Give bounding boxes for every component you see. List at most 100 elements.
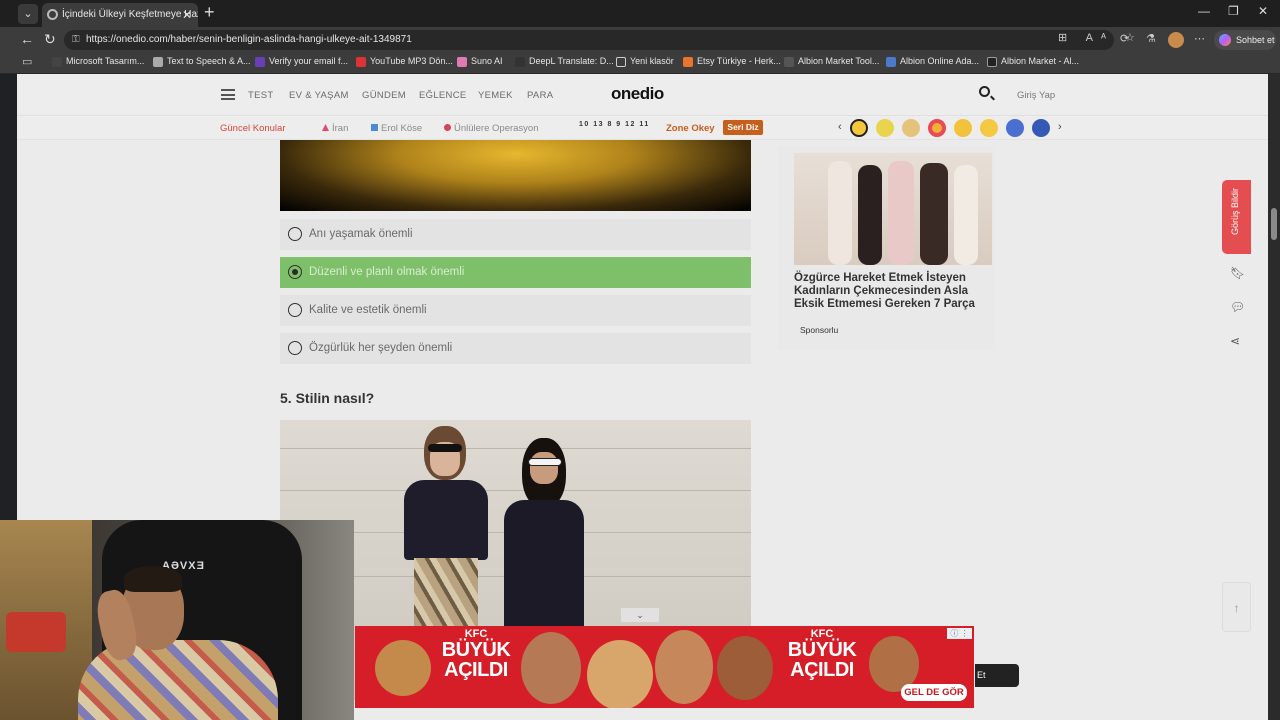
zone-okey-label[interactable]: Zone Okey	[666, 123, 715, 134]
bookmark-item[interactable]: Etsy Türkiye - Herk...	[683, 56, 781, 67]
seri-diz-button[interactable]: Seri Diz	[723, 120, 763, 135]
sponsored-card[interactable]: Özgürce Hareket Etmek İsteyen Kadınların…	[778, 146, 993, 350]
extension-icon[interactable]: ⟳	[1120, 32, 1129, 45]
browser-window: ⌄ İçindeki Ülkeyi Keşfetmeye Hazır mı ✕ …	[0, 0, 1280, 720]
more-menu-icon[interactable]: ⋯	[1194, 32, 1205, 45]
partial-action-button[interactable]: Et	[975, 664, 1019, 687]
reaction-emoji[interactable]	[1032, 119, 1050, 137]
bookmark-item[interactable]: Microsoft Tasarım...	[52, 56, 144, 67]
site-favicon-icon	[47, 9, 58, 20]
copilot-label: Sohbet et	[1236, 35, 1275, 45]
feedback-button[interactable]: Görüş Bildir	[1222, 180, 1251, 254]
site-info-icon[interactable]: ⚿	[72, 30, 80, 50]
trend-item-erol-kose[interactable]: Erol Köse	[371, 123, 422, 134]
close-tab-icon[interactable]: ✕	[182, 3, 192, 27]
radio-icon	[288, 341, 302, 355]
page-scrollbar[interactable]	[1268, 74, 1280, 720]
quiz-option-4[interactable]: Özgürlük her şeyden önemli	[280, 333, 751, 364]
ad-person-image	[655, 630, 713, 704]
refresh-icon[interactable]: ↻	[44, 31, 56, 48]
ad-collapse-icon[interactable]: ⌄	[621, 608, 659, 622]
active-tab[interactable]: İçindeki Ülkeyi Keşfetmeye Hazır mı ✕	[42, 3, 198, 27]
onedio-logo[interactable]: onedio	[611, 84, 664, 104]
bookmark-item[interactable]: Verify your email f...	[255, 56, 348, 67]
close-window-icon[interactable]: ✕	[1258, 4, 1268, 18]
url-text: https://onedio.com/haber/senin-benligin-…	[86, 34, 412, 45]
share-icon[interactable]: ⋖	[1230, 334, 1240, 348]
back-icon[interactable]: ←	[20, 31, 34, 47]
scroll-to-top-button[interactable]: ↑	[1222, 582, 1251, 632]
ad-person-image	[717, 636, 773, 700]
address-actions-icons[interactable]: ⊞ Aᴬ ☆	[1058, 31, 1143, 44]
reaction-emoji[interactable]	[850, 119, 868, 137]
bookmark-item[interactable]: DeepL Translate: D...	[515, 56, 614, 67]
bookmark-folder[interactable]: Yeni klasör	[616, 56, 674, 67]
nav-test[interactable]: TEST	[248, 90, 273, 101]
scrollbar-thumb[interactable]	[1271, 208, 1277, 240]
menu-icon[interactable]	[221, 89, 235, 100]
reading-list-icon[interactable]: ▭	[22, 55, 32, 68]
bookmark-item[interactable]: Albion Market Tool...	[784, 56, 879, 67]
quiz-option-2-selected[interactable]: Düzenli ve planlı olmak önemli	[280, 257, 751, 288]
reaction-emoji[interactable]	[980, 119, 998, 137]
search-icon[interactable]	[979, 86, 990, 97]
new-tab-button[interactable]: +	[204, 2, 215, 23]
reaction-emoji[interactable]	[902, 119, 920, 137]
bookmark-item[interactable]: YouTube MP3 Dön...	[356, 56, 453, 67]
sponsored-label: Sponsorlu	[800, 325, 839, 335]
bookmarks-bar: ▭ Microsoft Tasarım... Text to Speech & …	[0, 53, 1280, 74]
quiz-option-3[interactable]: Kalite ve estetik önemli	[280, 295, 751, 326]
carousel-prev-icon[interactable]: ‹	[838, 121, 842, 133]
nav-gundem[interactable]: GÜNDEM	[362, 90, 406, 101]
ad-cta-button[interactable]: GEL DE GÖR	[901, 684, 967, 701]
reaction-emoji[interactable]	[1006, 119, 1024, 137]
ad-person-image	[521, 632, 581, 704]
nav-yemek[interactable]: YEMEK	[478, 90, 513, 101]
ad-person-image	[587, 640, 653, 708]
restore-icon[interactable]: ❐	[1228, 4, 1239, 18]
address-bar[interactable]: ⚿ https://onedio.com/haber/senin-benligi…	[64, 30, 1114, 50]
trending-title: Güncel Konular	[220, 123, 286, 134]
ad-burger-image	[375, 640, 431, 696]
sponsored-image[interactable]	[794, 153, 992, 265]
ad-headline: KFC BÜYÜK AÇILDI	[787, 628, 857, 681]
quiz-option-1[interactable]: Anı yaşamak önemli	[280, 219, 751, 250]
carousel-next-icon[interactable]: ›	[1058, 121, 1062, 133]
feedback-label: Görüş Bildir	[1230, 188, 1240, 236]
bookmark-item[interactable]: Text to Speech & A...	[153, 56, 251, 67]
trend-item-operasyon[interactable]: Ünlülere Operasyon	[444, 123, 539, 134]
tab-strip: ⌄ İçindeki Ülkeyi Keşfetmeye Hazır mı ✕ …	[0, 0, 1280, 27]
copilot-button[interactable]: Sohbet et	[1214, 30, 1276, 50]
comments-icon[interactable]: 💬︎	[1230, 300, 1245, 314]
bookmark-item[interactable]: Suno AI	[457, 56, 503, 67]
trend-item-iran[interactable]: İran	[322, 123, 348, 134]
sponsored-title[interactable]: Özgürce Hareket Etmek İsteyen Kadınların…	[794, 272, 984, 311]
nav-ev-yasam[interactable]: EV & YAŞAM	[289, 90, 349, 101]
okey-scores[interactable]: 10 13 8 9 12 11	[579, 121, 650, 128]
option-label: Kalite ve estetik önemli	[309, 304, 427, 316]
option-label: Özgürlük her şeyden önemli	[309, 342, 453, 354]
bookmark-icon[interactable]: 🔖︎	[1230, 266, 1245, 280]
webcam-red-object	[6, 612, 66, 652]
radio-checked-icon	[288, 265, 302, 279]
login-link[interactable]: Giriş Yap	[1017, 90, 1055, 101]
address-row: ← ↻ ⚿ https://onedio.com/haber/senin-ben…	[0, 27, 1280, 53]
reaction-emoji[interactable]	[928, 119, 946, 137]
minimize-icon[interactable]: —	[1198, 4, 1210, 18]
reaction-emoji[interactable]	[876, 119, 894, 137]
nav-eglence[interactable]: EĞLENCE	[419, 90, 467, 101]
bookmark-item[interactable]: Albion Online Ada...	[886, 56, 979, 67]
ad-choices-icon[interactable]: ⓘ ⋮	[947, 628, 972, 639]
kfc-banner-ad[interactable]: KFC BÜYÜK AÇILDI KFC BÜYÜK AÇILDI ⓘ ⋮ GE…	[355, 626, 974, 708]
webcam-overlay: AƏVXƎ	[0, 520, 354, 720]
copilot-icon	[1219, 34, 1231, 46]
tab-search-button[interactable]: ⌄	[18, 4, 38, 24]
trending-bar: Güncel Konular İran Erol Köse Ünlülere O…	[17, 116, 1268, 140]
extensions-puzzle-icon[interactable]: ⚗	[1146, 32, 1156, 45]
profile-avatar[interactable]	[1168, 32, 1184, 48]
option-label: Düzenli ve planlı olmak önemli	[309, 266, 465, 278]
reaction-emoji[interactable]	[954, 119, 972, 137]
nav-para[interactable]: PARA	[527, 90, 553, 101]
previous-question-image	[280, 140, 751, 211]
bookmark-item[interactable]: Albion Market - Al...	[987, 56, 1079, 67]
